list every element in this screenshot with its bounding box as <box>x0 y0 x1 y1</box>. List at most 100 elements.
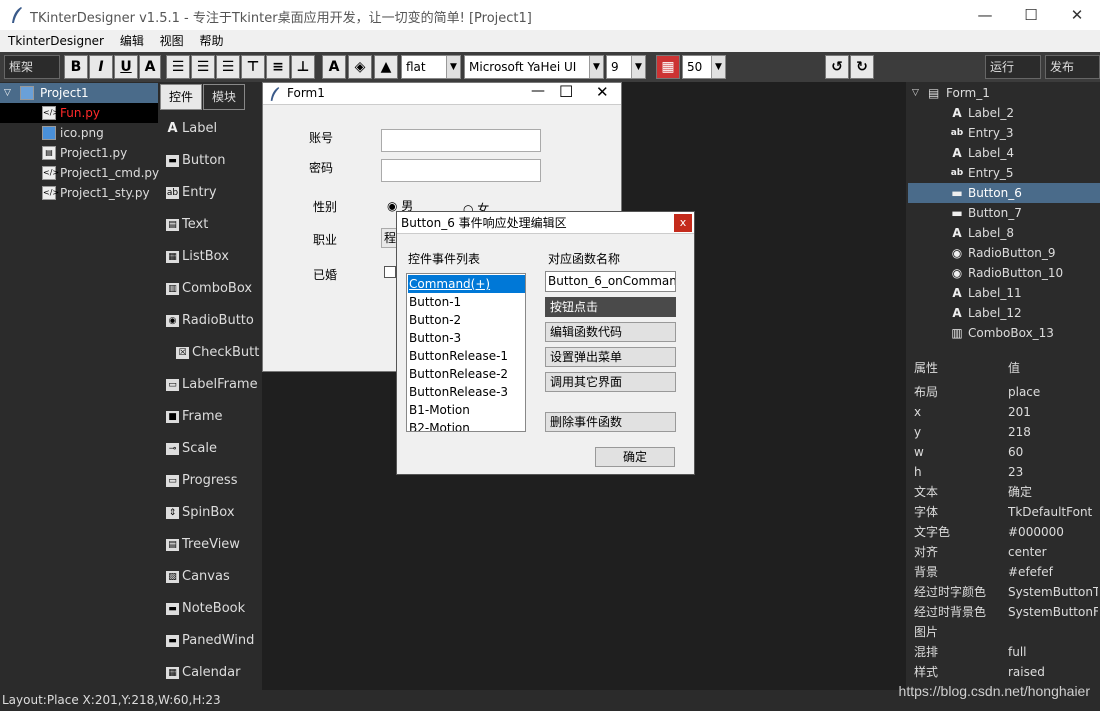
undo-icon[interactable]: ↺ <box>825 55 849 79</box>
property-row[interactable]: 图片 <box>908 622 1100 642</box>
underline-button[interactable]: U <box>114 55 138 79</box>
edit-code-button[interactable]: 编辑函数代码 <box>545 322 676 342</box>
align-center-icon[interactable]: ☰ <box>191 55 215 79</box>
property-row[interactable]: 样式 raised <box>908 662 1100 682</box>
align-top-icon[interactable]: ⊤ <box>241 55 265 79</box>
set-popup-button[interactable]: 设置弹出菜单 <box>545 347 676 367</box>
property-row[interactable]: y 218 <box>908 422 1100 442</box>
tree-root-form[interactable]: ▽ ▤ Form_1 <box>908 83 1100 103</box>
call-other-button[interactable]: 调用其它界面 <box>545 372 676 392</box>
tab-controls[interactable]: 控件 <box>160 84 202 110</box>
grid-size-spinbox[interactable]: 50 ▼ <box>682 55 726 79</box>
component-item[interactable]: A Label_12 <box>908 303 1100 323</box>
property-row[interactable]: w 60 <box>908 442 1100 462</box>
maximize-icon[interactable]: ☐ <box>559 82 573 101</box>
component-item[interactable]: ab Entry_5 <box>908 163 1100 183</box>
event-item[interactable]: Button-1 <box>408 293 525 311</box>
minimize-icon[interactable]: — <box>531 83 545 99</box>
property-row[interactable]: 字体 TkDefaultFont <box>908 502 1100 522</box>
property-row[interactable]: 布局 place <box>908 382 1100 402</box>
close-icon[interactable]: ✕ <box>596 83 609 101</box>
palette-item[interactable]: ▥ ComboBox <box>160 274 260 304</box>
event-item[interactable]: ButtonRelease-2 <box>408 365 525 383</box>
tree-file[interactable]: ico.png <box>0 123 158 143</box>
palette-item[interactable]: ▬ Button <box>160 146 260 176</box>
palette-item[interactable]: ▭ LabelFrame <box>160 370 260 400</box>
palette-item[interactable]: ▭ Progress <box>160 466 260 496</box>
palette-item[interactable]: ▤ Text <box>160 210 260 240</box>
align-bottom-icon[interactable]: ⊥ <box>291 55 315 79</box>
palette-item[interactable]: ▬ PanedWind <box>160 626 260 656</box>
property-row[interactable]: h 23 <box>908 462 1100 482</box>
italic-button[interactable]: I <box>89 55 113 79</box>
func-name-field[interactable]: Button_6_onCommand <box>545 271 676 292</box>
font-button[interactable]: A <box>139 55 161 79</box>
ok-button[interactable]: 确定 <box>595 447 675 467</box>
tree-file[interactable]: </> Project1_sty.py <box>0 183 158 203</box>
tree-file[interactable]: ▤ Project1.py <box>0 143 158 163</box>
component-item[interactable]: A Label_11 <box>908 283 1100 303</box>
event-list[interactable]: Command(+) Button-1 Button-2 Button-3 Button… <box>406 273 526 432</box>
palette-item[interactable]: ▦ Calendar <box>160 658 260 688</box>
event-item[interactable]: B1-Motion <box>408 401 525 419</box>
property-row[interactable]: x 201 <box>908 402 1100 422</box>
job-combo[interactable]: 程 <box>381 228 397 248</box>
palette-item[interactable]: ▨ Canvas <box>160 562 260 592</box>
minimize-button[interactable]: — <box>962 0 1008 30</box>
delete-func-button[interactable]: 删除事件函数 <box>545 412 676 432</box>
property-row[interactable]: 对齐 center <box>908 542 1100 562</box>
close-button[interactable]: ✕ <box>1054 0 1100 30</box>
password-entry[interactable] <box>381 159 541 182</box>
property-row[interactable]: 文字色 #000000 <box>908 522 1100 542</box>
property-row[interactable]: 混排 full <box>908 642 1100 662</box>
component-item[interactable]: ◉ RadioButton_10 <box>908 263 1100 283</box>
component-item[interactable]: ab Entry_3 <box>908 123 1100 143</box>
palette-item[interactable]: ■ Frame <box>160 402 260 432</box>
tree-file[interactable]: </> Fun.py <box>0 103 158 123</box>
event-item[interactable]: B2-Motion <box>408 419 525 431</box>
menu-item-edit[interactable]: 编辑 <box>114 30 150 52</box>
event-item[interactable]: ButtonRelease-1 <box>408 347 525 365</box>
married-checkbox[interactable] <box>384 266 396 278</box>
event-item[interactable]: Button-3 <box>408 329 525 347</box>
font-family-combo[interactable]: Microsoft YaHei UI ▼ <box>464 55 604 79</box>
run-button[interactable]: 运行 <box>985 55 1041 79</box>
align-right-icon[interactable]: ☰ <box>216 55 240 79</box>
tab-modules[interactable]: 模块 <box>203 84 245 110</box>
relief-combo[interactable]: flat ▼ <box>401 55 461 79</box>
component-item[interactable]: ◉ RadioButton_9 <box>908 243 1100 263</box>
tree-root-project[interactable]: ▽ Project1 <box>0 83 158 103</box>
property-row[interactable]: 经过时背景色 SystemButtonF <box>908 602 1100 622</box>
menu-item-view[interactable]: 视图 <box>154 30 190 52</box>
event-item[interactable]: Command(+) <box>408 275 525 293</box>
component-item[interactable]: A Label_2 <box>908 103 1100 123</box>
dialog-close-button[interactable]: x <box>674 214 692 232</box>
palette-item[interactable]: ▬ NoteBook <box>160 594 260 624</box>
palette-item[interactable]: ab Entry <box>160 178 260 208</box>
palette-item[interactable]: ▦ ListBox <box>160 242 260 272</box>
account-entry[interactable] <box>381 129 541 152</box>
tree-file[interactable]: </> Project1_cmd.py <box>0 163 159 183</box>
palette-item[interactable]: ☒ CheckButto <box>160 338 260 368</box>
component-item[interactable]: A Label_4 <box>908 143 1100 163</box>
palette-item[interactable]: A Label <box>160 114 260 144</box>
font-size-combo[interactable]: 9 ▼ <box>606 55 646 79</box>
image-icon[interactable]: ▲ <box>374 55 398 79</box>
property-row[interactable]: 文本 确定 <box>908 482 1100 502</box>
palette-item[interactable]: ◉ RadioButto <box>160 306 260 336</box>
menu-item-help[interactable]: 帮助 <box>194 30 230 52</box>
component-item[interactable]: ▥ ComboBox_13 <box>908 323 1100 343</box>
event-item[interactable]: ButtonRelease-3 <box>408 383 525 401</box>
publish-button[interactable]: 发布 <box>1045 55 1100 79</box>
palette-item[interactable]: ⇕ SpinBox <box>160 498 260 528</box>
palette-item[interactable]: ⊸ Scale <box>160 434 260 464</box>
align-middle-icon[interactable]: ≡ <box>266 55 290 79</box>
bold-button[interactable]: B <box>64 55 88 79</box>
maximize-button[interactable]: ☐ <box>1008 0 1054 30</box>
property-row[interactable]: 背景 #efefef <box>908 562 1100 582</box>
align-left-icon[interactable]: ☰ <box>166 55 190 79</box>
redo-icon[interactable]: ↻ <box>850 55 874 79</box>
grid-icon[interactable]: ▦ <box>656 55 680 79</box>
component-item[interactable]: A Label_8 <box>908 223 1100 243</box>
text-color-icon[interactable]: A <box>322 55 346 79</box>
